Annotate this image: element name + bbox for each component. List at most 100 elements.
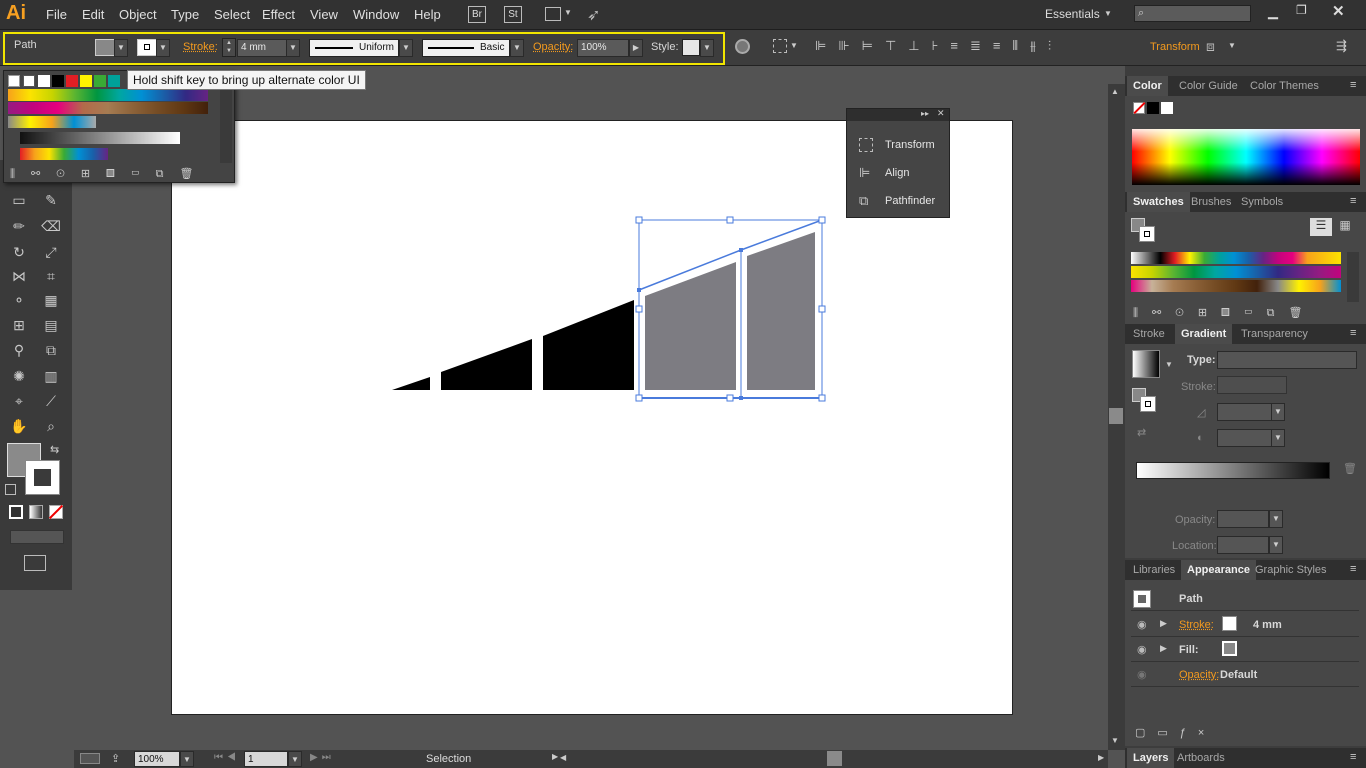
list-view-button[interactable]: ☰ xyxy=(1310,218,1332,236)
panel-menu-icon[interactable]: ≡ xyxy=(1350,563,1356,575)
gradient-type-select[interactable] xyxy=(1217,351,1357,369)
black-swatch[interactable] xyxy=(52,75,64,87)
zoom-dropdown[interactable]: ▼ xyxy=(180,751,194,767)
red-swatch[interactable] xyxy=(66,75,78,87)
appearance-stroke-swatch[interactable] xyxy=(1222,616,1237,631)
expand-arrow-icon[interactable]: ▶ xyxy=(1160,618,1167,629)
vertical-scrollbar[interactable]: ▲ ▼ xyxy=(1108,84,1125,750)
delete-stop-icon[interactable]: 🗑 xyxy=(1343,462,1357,475)
aspect-ratio-dropdown[interactable]: ▼ xyxy=(1271,429,1285,447)
swatches-scrollbar[interactable] xyxy=(1347,252,1359,302)
zoom-field[interactable]: 100% xyxy=(134,751,180,767)
appearance-title: Path xyxy=(1179,593,1203,605)
tab-swatches[interactable]: Swatches xyxy=(1127,192,1190,212)
chevron-down-icon[interactable]: ▼ xyxy=(1165,360,1173,369)
swatch-row-2[interactable] xyxy=(1131,266,1341,278)
eye-icon[interactable]: ◉ xyxy=(1137,668,1151,682)
tab-libraries[interactable]: Libraries xyxy=(1127,560,1181,580)
tab-layers[interactable]: Layers xyxy=(1127,748,1175,768)
tab-color-themes[interactable]: Color Themes xyxy=(1244,76,1325,96)
scroll-right-arrow[interactable]: ▶ xyxy=(1098,753,1104,762)
gray-swatches-row[interactable] xyxy=(20,132,180,144)
eye-icon[interactable]: ◉ xyxy=(1137,643,1151,657)
swatches-toolbar[interactable]: ⫼⚯⊙⊞▤▭⧉🗑 xyxy=(1133,306,1353,320)
gradient-preview-swatch[interactable] xyxy=(1132,350,1160,378)
registration-swatch[interactable] xyxy=(23,75,35,87)
color-spectrum[interactable] xyxy=(1132,129,1360,185)
artboard-dropdown[interactable]: ▼ xyxy=(288,751,302,767)
tab-gradient[interactable]: Gradient xyxy=(1175,324,1233,344)
pathfinder-panel-button[interactable]: ⧉ Pathfinder xyxy=(857,189,947,213)
stroke-gradient-options[interactable] xyxy=(1217,376,1287,394)
horizontal-scrollbar[interactable]: ◀ ▶ xyxy=(560,750,1108,768)
panel-menu-icon[interactable]: ≡ xyxy=(1350,195,1356,207)
floating-panel-dock: ▸▸ ✕ Transform ⊫ Align ⧉ Pathfinder xyxy=(846,108,950,218)
swatch-row-1[interactable] xyxy=(1131,252,1341,264)
stop-location-dropdown[interactable]: ▼ xyxy=(1269,536,1283,554)
appearance-fill-swatch[interactable] xyxy=(1222,641,1237,656)
stop-location-field[interactable] xyxy=(1217,536,1269,554)
align-icon: ⊫ xyxy=(859,165,871,180)
gradient-angle-field[interactable] xyxy=(1217,403,1279,421)
panel-menu-icon[interactable]: ≡ xyxy=(1350,79,1356,91)
green-swatch[interactable] xyxy=(94,75,106,87)
none-color-button[interactable] xyxy=(1133,101,1146,115)
transform-panel-button[interactable]: Transform xyxy=(857,133,947,157)
gradient-stroke-label: Stroke: xyxy=(1181,381,1216,393)
stroke-indicator[interactable] xyxy=(1140,396,1156,412)
align-panel-button[interactable]: ⊫ Align xyxy=(857,161,947,185)
appearance-opacity-link[interactable]: Opacity: xyxy=(1179,669,1219,681)
scroll-up-arrow[interactable]: ▲ xyxy=(1111,87,1119,96)
tab-transparency[interactable]: Transparency xyxy=(1235,324,1314,344)
appearance-stroke-link[interactable]: Stroke: xyxy=(1179,619,1214,631)
appearance-toolbar[interactable]: ▢▭ƒ× xyxy=(1135,726,1355,740)
status-menu-arrow[interactable]: ▶ xyxy=(552,752,558,761)
stroke-indicator[interactable] xyxy=(1139,226,1155,242)
tab-appearance[interactable]: Appearance xyxy=(1181,560,1256,580)
scroll-down-arrow[interactable]: ▼ xyxy=(1111,736,1119,745)
none-swatch[interactable] xyxy=(8,75,20,87)
angle-dropdown[interactable]: ▼ xyxy=(1271,403,1285,421)
scroll-left-arrow[interactable]: ◀ xyxy=(560,753,566,762)
tab-color-guide[interactable]: Color Guide xyxy=(1173,76,1244,96)
scroll-thumb[interactable] xyxy=(827,751,842,766)
gradient-slider[interactable] xyxy=(1136,462,1330,479)
expand-arrow-icon[interactable]: ▶ xyxy=(1160,643,1167,654)
eye-icon[interactable]: ◉ xyxy=(1137,618,1151,632)
grid-view-button[interactable]: ▦ xyxy=(1335,218,1355,236)
stop-opacity-field[interactable] xyxy=(1217,510,1269,528)
artboard-prev-nav[interactable]: ⏮◀ xyxy=(214,752,240,763)
tab-symbols[interactable]: Symbols xyxy=(1235,192,1289,212)
swatch-popup-toolbar[interactable]: ⫼⚯⊙⊞▤▭⧉🗑 xyxy=(10,167,220,181)
tab-graphic-styles[interactable]: Graphic Styles xyxy=(1249,560,1333,580)
share-icon[interactable]: ⇪ xyxy=(111,752,120,765)
tab-color[interactable]: Color xyxy=(1127,76,1168,96)
white-color-button[interactable] xyxy=(1161,102,1173,114)
gpu-preview-icon[interactable] xyxy=(80,753,100,764)
aspect-ratio-field[interactable] xyxy=(1217,429,1279,447)
teal-swatch[interactable] xyxy=(108,75,120,87)
black-bar-2 xyxy=(441,339,532,390)
scroll-thumb[interactable] xyxy=(1109,408,1123,424)
collapse-icon[interactable]: ▸▸ xyxy=(921,109,929,118)
stop-opacity-dropdown[interactable]: ▼ xyxy=(1269,510,1283,528)
artboard-number-field[interactable]: 1 xyxy=(244,751,288,767)
swatch-row-2[interactable] xyxy=(8,89,208,101)
tab-artboards[interactable]: Artboards xyxy=(1171,748,1231,768)
artboard-next-nav[interactable]: ▶⏭ xyxy=(310,752,335,763)
bright-swatches-row[interactable] xyxy=(20,148,108,160)
reverse-gradient-icon[interactable]: ⇄ xyxy=(1137,426,1146,439)
black-color-button[interactable] xyxy=(1147,102,1159,114)
tab-stroke[interactable]: Stroke xyxy=(1127,324,1171,344)
swatch-row-3[interactable] xyxy=(1131,280,1341,292)
tab-brushes[interactable]: Brushes xyxy=(1185,192,1237,212)
panel-menu-icon[interactable]: ≡ xyxy=(1350,751,1356,763)
yellow-swatch[interactable] xyxy=(80,75,92,87)
appearance-opacity-value: Default xyxy=(1220,669,1258,681)
close-icon[interactable]: ✕ xyxy=(937,108,945,119)
swatch-row-3[interactable] xyxy=(8,102,208,114)
white-swatch[interactable] xyxy=(38,75,50,87)
panel-title-bar[interactable]: ▸▸ ✕ xyxy=(847,108,949,121)
panel-menu-icon[interactable]: ≡ xyxy=(1350,327,1356,339)
swatch-row-4[interactable] xyxy=(8,116,96,128)
